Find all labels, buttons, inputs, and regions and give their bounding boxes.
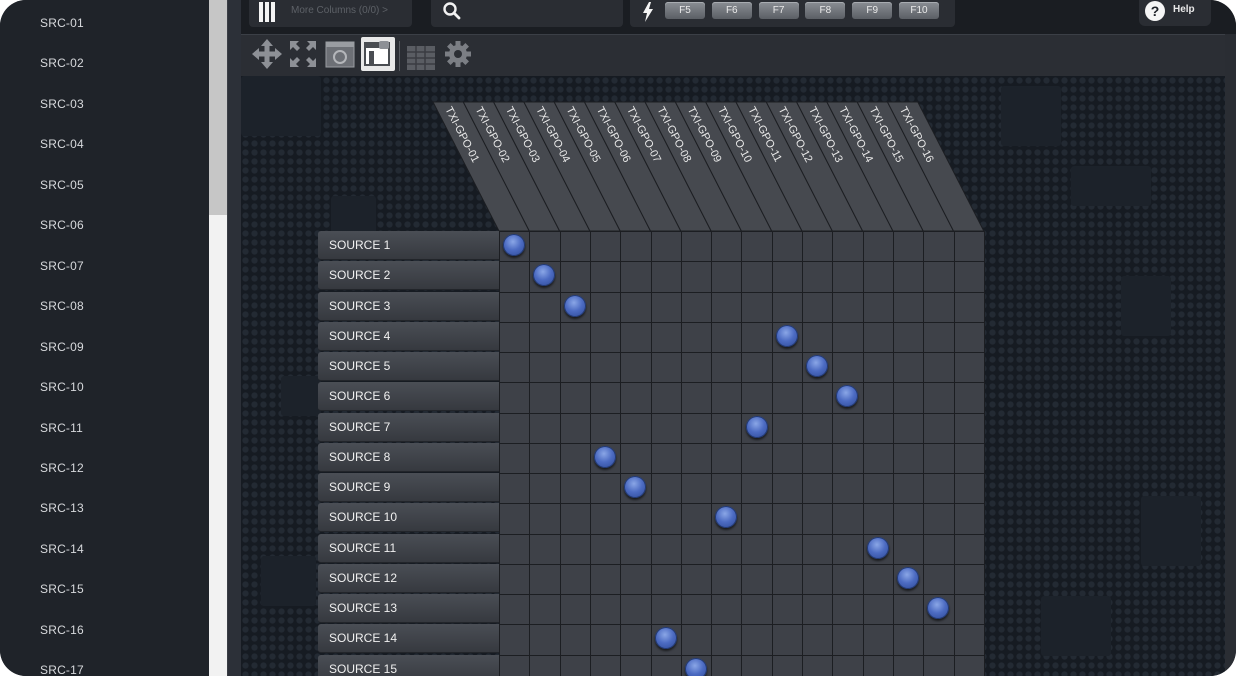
row-label[interactable]: SOURCE 1 [318, 231, 499, 260]
row-label[interactable]: SOURCE 5 [318, 352, 499, 381]
crosspoint-node[interactable] [897, 566, 920, 589]
row-label[interactable]: SOURCE 6 [318, 382, 499, 412]
crosspoint-node[interactable] [684, 657, 707, 676]
grid-line [589, 231, 591, 676]
grid-line [499, 563, 985, 565]
grid-line [499, 624, 985, 626]
row-label[interactable]: SOURCE 7 [318, 412, 499, 442]
grid-line [559, 231, 561, 676]
grid-line [983, 231, 985, 676]
row-label[interactable]: SOURCE 2 [318, 261, 499, 291]
grid-line [620, 231, 622, 676]
crosspoint-node[interactable] [654, 627, 677, 650]
grid-line [650, 231, 652, 676]
grid-line [499, 231, 985, 232]
grid-line [499, 291, 985, 293]
grid-line [499, 231, 500, 676]
grid-line [953, 231, 955, 676]
row-label[interactable]: SOURCE 15 [318, 654, 499, 676]
row-label[interactable]: SOURCE 10 [318, 503, 499, 533]
grid-line [923, 231, 925, 676]
grid-line [529, 231, 531, 676]
grid-line [499, 503, 985, 505]
grid-line [892, 231, 894, 676]
grid-line [499, 473, 985, 474]
grid-line [711, 231, 713, 676]
row-label[interactable]: SOURCE 12 [318, 563, 499, 593]
row-label[interactable]: SOURCE 9 [318, 473, 499, 502]
grid-line [499, 382, 985, 384]
grid-line [499, 261, 985, 263]
row-label[interactable]: SOURCE 13 [318, 594, 499, 623]
row-label[interactable]: SOURCE 11 [318, 533, 499, 563]
grid-line [499, 654, 985, 656]
grid-line [499, 352, 985, 353]
grid-line [499, 321, 985, 323]
grid-line [499, 442, 985, 444]
crosspoint-node[interactable] [563, 294, 586, 317]
grid-line [832, 231, 834, 676]
crosspoint-node[interactable] [775, 324, 798, 347]
crosspoint-node[interactable] [745, 415, 768, 438]
app-window: SRC-01 SRC-02 SRC-03 SRC-04 SRC-05 SRC-06 SRC-… [0, 0, 1236, 676]
grid-line [862, 231, 864, 676]
crosspoint-node[interactable] [594, 445, 617, 468]
row-label[interactable]: SOURCE 4 [318, 321, 499, 351]
row-label[interactable]: SOURCE 8 [318, 442, 499, 472]
grid-line [499, 412, 985, 414]
crosspoint-node[interactable] [866, 536, 889, 559]
grid-line [499, 533, 985, 535]
grid-line [680, 231, 682, 676]
grid-line [771, 231, 773, 676]
grid-line [802, 231, 803, 676]
grid-line [741, 231, 743, 676]
row-label[interactable]: SOURCE 14 [318, 624, 499, 654]
row-label[interactable]: SOURCE 3 [318, 291, 499, 321]
grid-line [499, 594, 985, 595]
